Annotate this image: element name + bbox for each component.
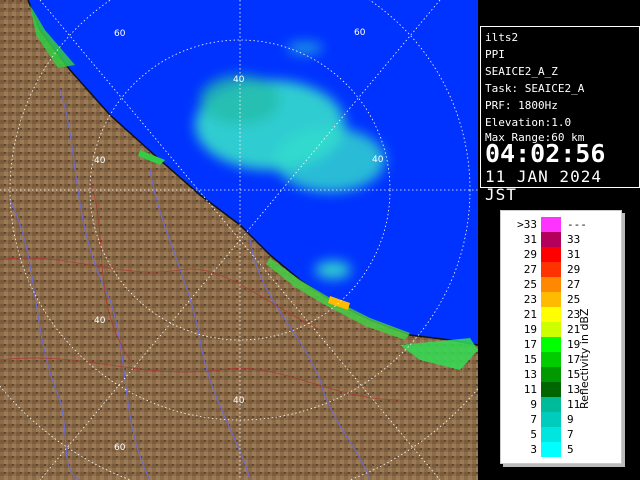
legend-lower-value: 21 (523, 308, 537, 321)
prf-value: PRF: 1800Hz (485, 99, 558, 112)
legend-upper-value: 29 (567, 263, 581, 276)
legend-lower-value: 15 (523, 353, 537, 366)
legend-lower-value: 5 (530, 428, 537, 441)
legend-swatch (541, 217, 561, 232)
range-label: 40 (94, 316, 106, 326)
color-legend: Reflectivity in dBZ >33 --- 31 33 29 31 27 29 25… (500, 210, 622, 464)
legend-swatch (541, 292, 561, 307)
legend-upper-value: 13 (567, 383, 581, 396)
legend-lower-value: 7 (530, 413, 537, 426)
legend-lower-value: >33 (517, 218, 537, 231)
legend-upper-value: 33 (567, 233, 581, 246)
scan-date: 11 JAN 2024 JST (485, 167, 602, 204)
legend-upper-value: 7 (567, 428, 574, 441)
legend-swatch (541, 322, 561, 337)
legend-swatch (541, 382, 561, 397)
legend-upper-value: 15 (567, 368, 581, 381)
legend-swatch (541, 442, 561, 457)
legend-swatch (541, 277, 561, 292)
elevation-value: Elevation:1.0 (485, 116, 572, 129)
legend-upper-value: 11 (567, 398, 581, 411)
legend-swatch (541, 262, 561, 277)
legend-upper-value: 17 (567, 353, 581, 366)
legend-upper-value: 31 (567, 248, 581, 261)
legend-lower-value: 23 (523, 293, 537, 306)
range-label: 60 (354, 28, 366, 38)
legend-lower-value: 9 (530, 398, 537, 411)
task-name: Task: SEAICE2_A (485, 82, 585, 95)
legend-upper-value: 27 (567, 278, 581, 291)
product-name: SEAICE2_A_Z (485, 65, 558, 78)
legend-lower-value: 3 (530, 443, 537, 456)
legend-swatch (541, 337, 561, 352)
range-label: 40 (233, 75, 245, 85)
legend-swatch (541, 307, 561, 322)
legend-upper-value: 23 (567, 308, 581, 321)
legend-lower-value: 11 (523, 383, 537, 396)
legend-upper-value: 25 (567, 293, 581, 306)
scan-time: 04:02:56 (485, 139, 606, 168)
legend-swatch (541, 427, 561, 442)
site-name: ilts2 (485, 31, 519, 44)
legend-swatch (541, 247, 561, 262)
legend-lower-value: 17 (523, 338, 537, 351)
radar-ppi-map: 60 60 40 40 40 40 40 60 (0, 0, 478, 480)
legend-swatch (541, 352, 561, 367)
legend-swatch (541, 397, 561, 412)
range-label: 40 (94, 156, 106, 166)
legend-lower-value: 31 (523, 233, 537, 246)
range-label: 40 (233, 396, 245, 406)
legend-upper-value: 5 (567, 443, 574, 456)
legend-lower-value: 13 (523, 368, 537, 381)
range-label: 60 (114, 443, 126, 453)
radar-info-panel: ilts2 PPI SEAICE2_A_Z Task: SEAICE2_A PR… (480, 26, 640, 204)
range-label: 40 (372, 155, 384, 165)
legend-lower-value: 27 (523, 263, 537, 276)
legend-upper-value: 9 (567, 413, 574, 426)
legend-swatch (541, 412, 561, 427)
range-label: 60 (114, 29, 126, 39)
legend-lower-value: 19 (523, 323, 537, 336)
legend-lower-value: 29 (523, 248, 537, 261)
legend-upper-value: 21 (567, 323, 581, 336)
legend-upper-value: 19 (567, 338, 581, 351)
legend-upper-value: --- (567, 218, 587, 231)
legend-swatch (541, 232, 561, 247)
legend-swatch (541, 367, 561, 382)
scan-mode: PPI (485, 48, 505, 61)
legend-lower-value: 25 (523, 278, 537, 291)
